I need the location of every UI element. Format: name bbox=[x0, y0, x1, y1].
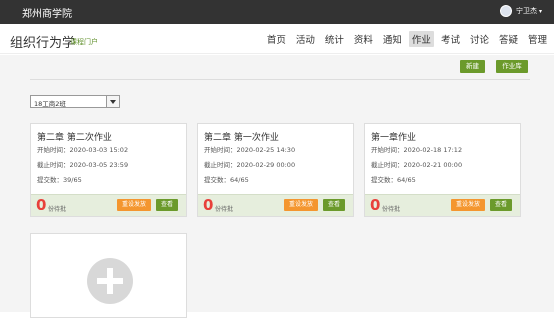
start-time: 开始时间：2020-02-25 14:30 bbox=[204, 146, 296, 154]
redo-distribute-button[interactable]: 重设发放 bbox=[451, 199, 485, 211]
homework-content: 新建 作业库 18工商2班 第二章 第二次作业 开始时间：2020-03-03 … bbox=[0, 55, 554, 318]
user-menu[interactable]: 宁卫杰 ▾ bbox=[499, 5, 542, 17]
chevron-down-icon[interactable]: ▾ bbox=[539, 8, 542, 15]
course-header: 组织行为学 课程门户 首页 活动 统计 资料 通知 作业 考试 讨论 答疑 管理 bbox=[0, 24, 554, 54]
end-time: 截止时间：2020-02-29 00:00 bbox=[204, 161, 296, 169]
end-time: 截止时间：2020-03-05 23:59 bbox=[37, 161, 129, 169]
portal-label: 课程门户 bbox=[70, 38, 98, 46]
homework-card: 第二章 第二次作业 开始时间：2020-03-03 15:02 截止时间：202… bbox=[30, 123, 187, 217]
redo-distribute-button[interactable]: 重设发放 bbox=[117, 199, 151, 211]
nav-notice[interactable]: 通知 bbox=[380, 31, 405, 47]
nav-home[interactable]: 首页 bbox=[264, 31, 289, 47]
class-select-value: 18工商2班 bbox=[34, 100, 66, 108]
nav-stats[interactable]: 统计 bbox=[322, 31, 347, 47]
card-title[interactable]: 第二章 第一次作业 bbox=[204, 130, 279, 143]
course-title: 组织行为学 bbox=[10, 36, 76, 51]
card-footer: 0 份待批 重设发放 查看 bbox=[365, 194, 520, 216]
homework-card: 第二章 第一次作业 开始时间：2020-02-25 14:30 截止时间：202… bbox=[197, 123, 354, 217]
end-time: 截止时间：2020-02-21 00:00 bbox=[371, 161, 463, 169]
new-button[interactable]: 新建 bbox=[460, 60, 485, 73]
plus-icon[interactable] bbox=[87, 258, 133, 304]
nav-manage[interactable]: 管理 bbox=[525, 31, 550, 47]
view-button[interactable]: 查看 bbox=[156, 199, 178, 211]
homework-library-button[interactable]: 作业库 bbox=[496, 60, 528, 73]
nav-discussion[interactable]: 讨论 bbox=[467, 31, 492, 47]
start-time: 开始时间：2020-03-03 15:02 bbox=[37, 146, 129, 154]
avatar[interactable] bbox=[499, 5, 512, 17]
main-nav: 首页 活动 统计 资料 通知 作业 考试 讨论 答疑 管理 bbox=[260, 31, 550, 47]
username[interactable]: 宁卫杰 bbox=[516, 6, 537, 16]
nav-activity[interactable]: 活动 bbox=[293, 31, 318, 47]
pending-count: 0 bbox=[36, 196, 47, 214]
view-button[interactable]: 查看 bbox=[323, 199, 345, 211]
card-footer: 0 份待批 重设发放 查看 bbox=[198, 194, 353, 216]
pending-label: 份待批 bbox=[215, 206, 234, 213]
add-homework-card[interactable] bbox=[30, 233, 187, 318]
homework-card: 第一章作业 开始时间：2020-02-18 17:12 截止时间：2020-02… bbox=[364, 123, 521, 217]
pending-count: 0 bbox=[370, 196, 381, 214]
start-time: 开始时间：2020-02-18 17:12 bbox=[371, 146, 463, 154]
nav-homework[interactable]: 作业 bbox=[408, 31, 434, 47]
nav-exam[interactable]: 考试 bbox=[438, 31, 463, 47]
pending-count: 0 bbox=[203, 196, 214, 214]
redo-distribute-button[interactable]: 重设发放 bbox=[284, 199, 318, 211]
submit-count: 提交数：39/65 bbox=[37, 176, 82, 184]
card-footer: 0 份待批 重设发放 查看 bbox=[31, 194, 186, 216]
card-title[interactable]: 第一章作业 bbox=[371, 130, 416, 143]
submit-count: 提交数：64/65 bbox=[371, 176, 416, 184]
card-title[interactable]: 第二章 第二次作业 bbox=[37, 130, 112, 143]
view-button[interactable]: 查看 bbox=[490, 199, 512, 211]
divider bbox=[30, 79, 530, 80]
submit-count: 提交数：64/65 bbox=[204, 176, 249, 184]
school-name: 郑州商学院 bbox=[22, 9, 72, 20]
pending-label: 份待批 bbox=[382, 206, 401, 213]
nav-resources[interactable]: 资料 bbox=[351, 31, 376, 47]
class-select[interactable]: 18工商2班 bbox=[30, 95, 120, 108]
chevron-down-icon[interactable] bbox=[106, 96, 119, 107]
nav-qa[interactable]: 答疑 bbox=[496, 31, 521, 47]
pending-label: 份待批 bbox=[48, 206, 67, 213]
top-bar: 郑州商学院 宁卫杰 ▾ bbox=[0, 0, 554, 24]
